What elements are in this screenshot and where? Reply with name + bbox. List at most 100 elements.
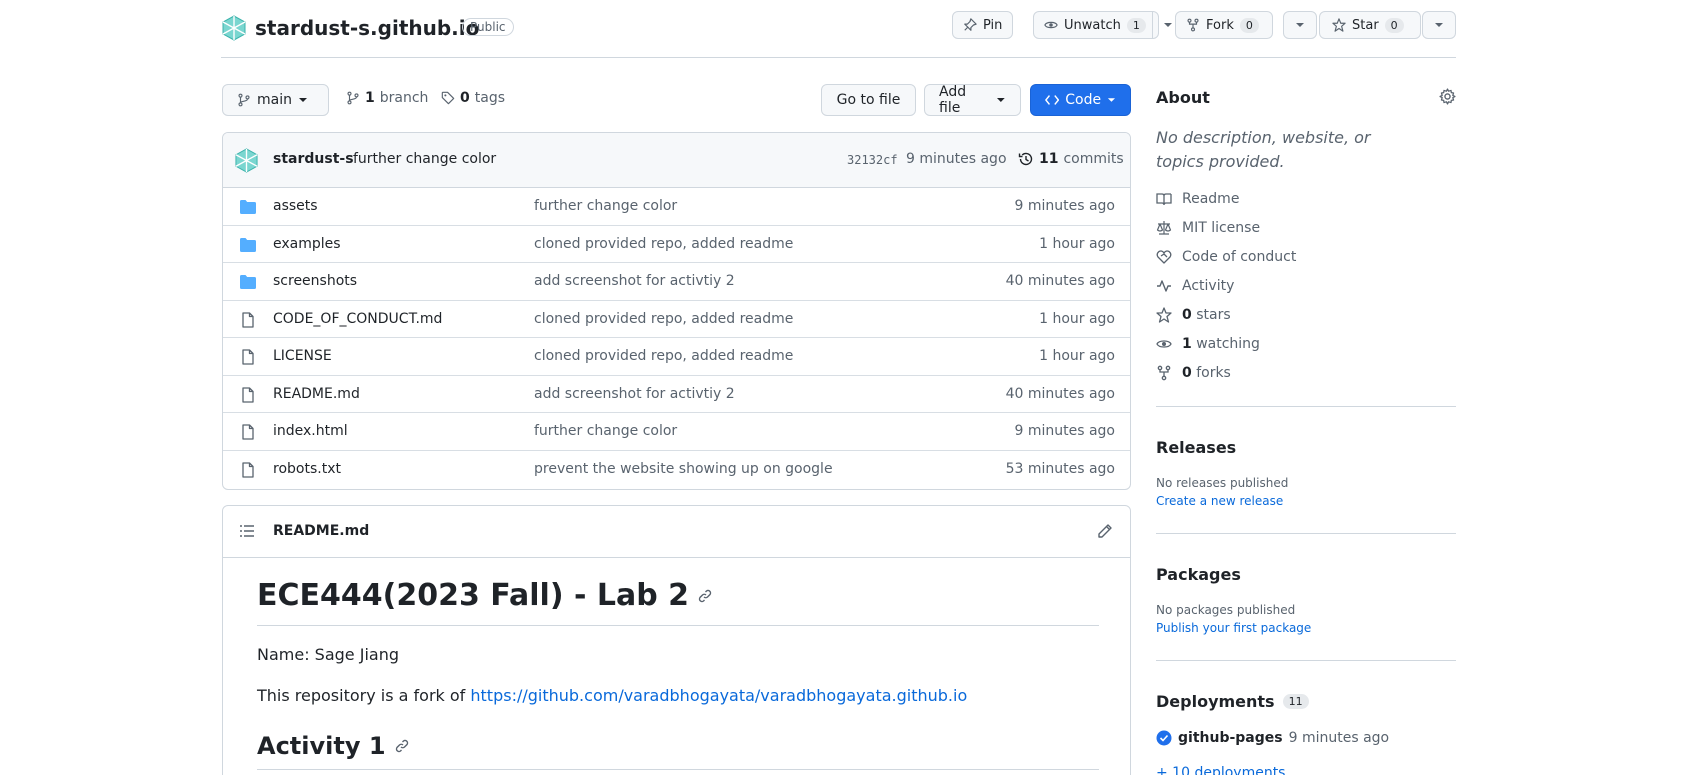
eye-icon [1044,18,1058,32]
file-name-link[interactable]: README.md [273,386,360,402]
unwatch-button[interactable]: Unwatch 1 [1033,11,1172,39]
file-name-link[interactable]: screenshots [273,273,357,289]
file-name-link[interactable]: CODE_OF_CONDUCT.md [273,311,442,327]
gear-icon[interactable] [1439,88,1456,105]
commit-author[interactable]: stardust-s [273,151,354,167]
book-icon [1156,193,1172,206]
code-of-conduct-link[interactable]: Code of conduct [1156,249,1296,265]
fork-button[interactable]: Fork 0 [1175,11,1273,39]
file-row[interactable]: screenshots add screenshot for activtiy 2… [223,263,1130,301]
file-commit-message[interactable]: cloned provided repo, added readme [534,311,793,327]
file-row[interactable]: assets further change color 9 minutes ago [223,188,1130,226]
forks-link[interactable]: 0 forks [1156,365,1231,381]
latest-commit-bar: stardust-s further change color 32132cf … [223,133,1130,188]
packages-heading[interactable]: Packages [1156,565,1241,584]
folder-icon [239,274,257,290]
deployment-item[interactable]: github-pages 9 minutes ago [1156,730,1389,746]
watch-dropdown-caret[interactable] [1151,12,1173,38]
publish-package-link[interactable]: Publish your first package [1156,621,1311,635]
sidebar-divider [1156,533,1456,534]
stars-link[interactable]: 0 stars [1156,307,1231,323]
go-to-file-button[interactable]: Go to file [821,84,916,116]
stars-count: 0 [1182,307,1192,323]
file-name-link[interactable]: LICENSE [273,348,332,364]
file-commit-message[interactable]: cloned provided repo, added readme [534,348,793,364]
file-row[interactable]: robots.txt prevent the website showing up… [223,451,1130,489]
file-commit-message[interactable]: prevent the website showing up on google [534,461,833,477]
license-label: MIT license [1182,220,1261,236]
license-link[interactable]: MIT license [1156,220,1260,236]
code-of-conduct-label: Code of conduct [1182,249,1297,265]
activity-link[interactable]: Activity [1156,278,1234,294]
file-row[interactable]: README.md add screenshot for activtiy 2 40… [223,376,1130,413]
releases-heading[interactable]: Releases [1156,438,1236,457]
chevron-down-icon [1435,23,1443,27]
commits-history-link[interactable]: 11 commits [1018,151,1124,167]
tags-link[interactable]: 0 tags [441,90,505,106]
pin-label: Pin [983,17,1003,33]
branch-selector[interactable]: main [222,84,329,116]
deployments-counter: 11 [1282,694,1309,709]
repo-sidebar: About No description, website, or topics… [1156,80,1456,775]
create-release-link[interactable]: Create a new release [1156,494,1283,508]
watchers-link[interactable]: 1 watching [1156,336,1260,352]
chevron-down-icon [1107,98,1116,102]
file-commit-message[interactable]: cloned provided repo, added readme [534,236,793,252]
anchor-link-icon[interactable] [394,738,410,754]
readme-filename[interactable]: README.md [273,523,369,539]
folder-icon [239,199,257,215]
code-button[interactable]: Code [1030,84,1131,116]
outline-list-icon[interactable] [239,524,255,538]
file-row[interactable]: LICENSE cloned provided repo, added readm… [223,338,1130,376]
commit-message[interactable]: further change color [353,151,496,167]
file-name-link[interactable]: robots.txt [273,461,341,477]
stars-word: stars [1196,307,1231,323]
chevron-down-icon [1296,23,1304,27]
star-dropdown-button[interactable] [1422,11,1456,39]
fork-dropdown-button[interactable] [1283,11,1317,39]
sidebar-divider [1156,406,1456,407]
file-row[interactable]: examples cloned provided repo, added read… [223,226,1130,263]
file-row[interactable]: index.html further change color 9 minutes … [223,413,1130,451]
file-commit-message[interactable]: further change color [534,423,677,439]
branches-link[interactable]: 1 branch [346,90,428,106]
activity-heading: Activity 1 [257,732,386,760]
more-deployments-link[interactable]: + 10 deployments [1156,765,1285,775]
repo-name-link[interactable]: stardust-s.github.io [255,16,479,40]
anchor-link-icon[interactable] [697,588,713,604]
add-file-button[interactable]: Add file [924,84,1021,116]
file-list: assets further change color 9 minutes ago e… [223,188,1130,488]
file-commit-message[interactable]: add screenshot for activtiy 2 [534,386,735,402]
star-icon [1156,307,1172,323]
readme-title: ECE444(2023 Fall) - Lab 2 [257,578,690,613]
commit-author-avatar[interactable] [234,148,259,173]
eye-icon [1156,340,1172,348]
edit-pencil-icon[interactable] [1097,523,1113,539]
deployments-heading[interactable]: Deployments 11 [1156,692,1309,711]
watching-word: watching [1196,336,1260,352]
pin-button[interactable]: Pin [952,11,1014,39]
deployments-title: Deployments [1156,692,1275,711]
visibility-badge: Public [462,18,514,36]
readme-link[interactable]: Readme [1156,191,1239,207]
fork-source-link[interactable]: https://github.com/varadbhogayata/varadb… [470,686,967,705]
repo-owner-avatar[interactable] [221,15,247,41]
branch-icon [347,91,359,105]
file-commit-message[interactable]: add screenshot for activtiy 2 [534,273,735,289]
tag-word: tags [474,90,505,106]
file-name-link[interactable]: examples [273,236,341,252]
file-icon [239,349,257,365]
commit-hash[interactable]: 32132cf [847,153,898,167]
file-commit-age: 40 minutes ago [1005,385,1115,402]
law-scale-icon [1156,221,1172,235]
readme-link-label: Readme [1182,191,1240,207]
star-button[interactable]: Star 0 [1319,11,1421,39]
readme-name-line: Name: Sage Jiang [257,645,399,664]
file-row[interactable]: CODE_OF_CONDUCT.md cloned provided repo, … [223,301,1130,338]
file-name-link[interactable]: assets [273,198,318,214]
file-name-link[interactable]: index.html [273,423,348,439]
file-commit-message[interactable]: further change color [534,198,677,214]
file-commit-age: 53 minutes ago [1005,461,1115,478]
fork-label: Fork [1206,17,1234,33]
star-icon [1332,18,1346,32]
